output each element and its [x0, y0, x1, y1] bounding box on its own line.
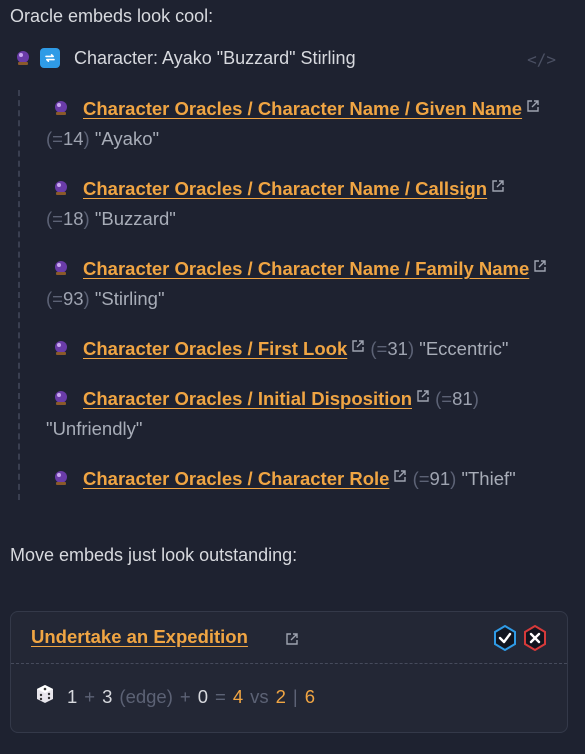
crystal-ball-icon [52, 339, 70, 357]
miss-badge-icon[interactable] [523, 625, 547, 651]
oracle-link[interactable]: Character Oracles / First Look [83, 338, 347, 359]
oracle-link[interactable]: Character Oracles / Initial Disposition [83, 388, 412, 409]
oracle-result: "Unfriendly" [46, 418, 143, 439]
repeat-icon[interactable] [40, 48, 60, 68]
roll-open: (= [412, 468, 430, 489]
challenge-die-2: 6 [304, 685, 316, 707]
list-item: Character Oracles / First Look (=31) "Ec… [46, 332, 566, 364]
roll-value: 14 [62, 128, 84, 149]
roll-close: ) [83, 288, 90, 309]
list-item: Character Oracles / Character Name / Fam… [46, 252, 566, 314]
move-roll-result: 1 + 3 (edge) + 0 = 4 vs 2 | 6 [35, 684, 315, 709]
list-item: Character Oracles / Character Role (=91)… [46, 462, 566, 494]
crystal-ball-icon [52, 259, 70, 277]
roll-open: (= [46, 288, 63, 309]
stat-value: 3 [102, 685, 113, 707]
oracle-intro-text: Oracle embeds look cool: [10, 6, 214, 26]
oracle-link[interactable]: Character Oracles / Character Role [83, 468, 389, 489]
roll-close: ) [450, 468, 457, 489]
oracle-link[interactable]: Character Oracles / Character Name / Fam… [83, 258, 529, 279]
roll-value: 18 [62, 208, 84, 229]
oracle-link[interactable]: Character Oracles / Character Name / Cal… [83, 178, 487, 199]
vs-label: vs [250, 685, 269, 707]
move-badges [493, 625, 547, 651]
challenge-die-1: 2 [275, 685, 286, 707]
move-intro-text: Move embeds just look outstanding: [10, 545, 298, 565]
oracle-result: "Eccentric" [419, 338, 509, 359]
separator: | [292, 685, 298, 707]
list-item: Character Oracles / Character Name / Giv… [46, 92, 566, 154]
stat-label: (edge) [119, 685, 173, 707]
oracle-link[interactable]: Character Oracles / Character Name / Giv… [83, 98, 522, 119]
adds-value: 0 [197, 685, 208, 707]
list-item: Character Oracles / Initial Disposition … [46, 382, 566, 444]
crystal-ball-icon [14, 49, 32, 67]
roll-open: (= [370, 338, 388, 359]
external-link-icon[interactable] [533, 252, 547, 272]
list-item: Character Oracles / Character Name / Cal… [46, 172, 566, 234]
roll-value: 31 [387, 338, 408, 359]
code-icon[interactable]: </> [527, 50, 556, 69]
plus-sign: + [84, 685, 96, 707]
roll-close: ) [83, 208, 90, 229]
strong-hit-badge-icon[interactable] [493, 625, 517, 651]
equals-sign: = [215, 685, 226, 707]
oracle-result: "Buzzard" [94, 208, 176, 229]
character-title: Character: Ayako "Buzzard" Stirling [74, 47, 356, 68]
roll-value: 81 [452, 388, 473, 409]
roll-value: 91 [429, 468, 451, 489]
move-card: Undertake an Expedition 1 + 3 (edge) + 0… [10, 611, 568, 733]
character-header: Character: Ayako "Buzzard" Stirling </> [14, 44, 574, 72]
external-link-icon[interactable] [351, 332, 365, 352]
move-title-link[interactable]: Undertake an Expedition [31, 626, 248, 648]
roll-close: ) [83, 128, 90, 149]
crystal-ball-icon [52, 99, 70, 117]
move-header: Undertake an Expedition [11, 612, 567, 664]
oracle-list: Character Oracles / Character Name / Giv… [18, 90, 578, 500]
external-link-icon[interactable] [416, 382, 430, 402]
oracle-result: "Ayako" [94, 128, 160, 149]
roll-close: ) [472, 388, 479, 409]
crystal-ball-icon [52, 179, 70, 197]
action-score: 4 [232, 685, 244, 707]
external-link-icon[interactable] [393, 462, 407, 482]
roll-open: (= [46, 128, 63, 149]
external-link-icon[interactable] [526, 92, 540, 112]
crystal-ball-icon [52, 389, 70, 407]
roll-open: (= [46, 208, 63, 229]
dice-icon [35, 684, 55, 709]
roll-open: (= [435, 388, 453, 409]
oracle-result: "Thief" [461, 468, 516, 489]
action-die-value: 1 [67, 685, 78, 707]
external-link-icon[interactable] [491, 172, 505, 192]
plus-sign: + [179, 685, 191, 707]
crystal-ball-icon [52, 469, 70, 487]
roll-value: 93 [62, 288, 84, 309]
external-link-icon[interactable] [285, 630, 299, 645]
oracle-result: "Stirling" [94, 288, 165, 309]
roll-close: ) [407, 338, 415, 359]
